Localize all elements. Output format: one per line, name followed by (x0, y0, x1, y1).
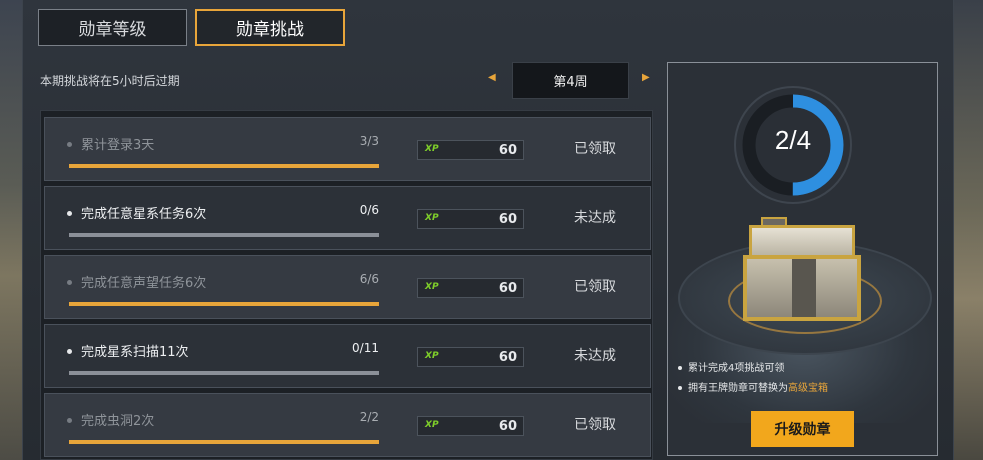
challenge-name: 累计登录3天 (81, 138, 155, 153)
xp-icon: XP (425, 213, 439, 223)
progress-bar (69, 233, 379, 237)
xp-icon: XP (425, 144, 439, 154)
xp-reward: XP 60 (417, 347, 524, 367)
progress-bar (69, 440, 379, 444)
challenge-row: 完成星系扫描11次 0/11 XP 60 未达成 (44, 324, 651, 388)
counter-value: 2/4 (774, 125, 812, 155)
bullet-icon (67, 142, 72, 147)
xp-icon: XP (425, 282, 439, 292)
progress-bar (69, 164, 379, 168)
challenge-row: 累计登录3天 3/3 XP 60 已领取 (44, 117, 651, 181)
progress-bar (69, 371, 379, 375)
progress-bar-fill (69, 302, 379, 306)
claim-status: 已领取 (574, 417, 616, 433)
challenge-name: 完成虫洞2次 (81, 414, 155, 429)
progress-bar (69, 302, 379, 306)
week-label: 第4周 (553, 75, 588, 90)
xp-icon: XP (425, 420, 439, 430)
xp-icon: XP (425, 351, 439, 361)
xp-value: 60 (498, 419, 517, 434)
bullet-icon (67, 349, 72, 354)
bullet-icon (67, 211, 72, 216)
chest-body (743, 255, 861, 321)
challenge-name: 完成任意声望任务6次 (81, 276, 207, 291)
xp-value: 60 (498, 143, 517, 158)
reward-note-1: 累计完成4项挑战可领 (678, 359, 784, 374)
xp-reward: XP 60 (417, 278, 524, 298)
challenge-progress: 2/2 (359, 410, 379, 424)
challenge-name: 完成任意星系任务6次 (81, 207, 207, 222)
bullet-icon (678, 366, 682, 370)
advanced-chest-link: 高级宝箱 (788, 383, 828, 394)
challenge-progress: 0/6 (359, 203, 379, 217)
claim-status: 未达成 (574, 348, 616, 364)
completion-counter: 2/4 (731, 83, 855, 207)
reward-note-2-text: 拥有王牌勋章可替换为 (688, 383, 788, 394)
reward-note-2: 拥有王牌勋章可替换为高级宝箱 (678, 379, 828, 394)
tab-badge-level[interactable]: 勋章等级 (38, 9, 187, 46)
caret-right-icon[interactable]: ▶ (642, 72, 650, 83)
reward-note-1-text: 累计完成4项挑战可领 (688, 363, 785, 374)
xp-reward: XP 60 (417, 416, 524, 436)
challenge-name: 完成星系扫描11次 (81, 345, 189, 360)
claim-status: 未达成 (574, 210, 616, 226)
expire-notice: 本期挑战将在5小时后过期 (40, 74, 180, 88)
challenge-row: 完成任意星系任务6次 0/6 XP 60 未达成 (44, 186, 651, 250)
challenge-progress: 0/11 (352, 341, 379, 355)
tab-badge-challenge[interactable]: 勋章挑战 (195, 9, 345, 46)
xp-value: 60 (498, 281, 517, 296)
challenge-progress: 3/3 (359, 134, 379, 148)
challenge-progress: 6/6 (359, 272, 379, 286)
xp-value: 60 (498, 212, 517, 227)
progress-bar-fill (69, 164, 379, 168)
bullet-icon (67, 418, 72, 423)
xp-value: 60 (498, 350, 517, 365)
caret-left-icon[interactable]: ◀ (488, 72, 496, 83)
progress-bar-fill (69, 440, 379, 444)
challenge-list[interactable]: 累计登录3天 3/3 XP 60 已领取 完成任意星系任务6次 0/6 XP 6… (40, 110, 653, 460)
xp-reward: XP 60 (417, 209, 524, 229)
reward-panel: 2/4 累计完成4项挑战可领 拥有王牌勋章可替换为高级宝箱 升级勋章 (667, 62, 938, 456)
bullet-icon (678, 386, 682, 390)
bullet-icon (67, 280, 72, 285)
chest-lid (749, 225, 855, 259)
treasure-chest-icon (743, 217, 861, 321)
claim-status: 已领取 (574, 141, 616, 157)
claim-status: 已领取 (574, 279, 616, 295)
upgrade-badge-button[interactable]: 升级勋章 (751, 411, 854, 447)
challenge-row: 完成虫洞2次 2/2 XP 60 已领取 (44, 393, 651, 457)
chest-stripe (792, 259, 816, 317)
challenge-row: 完成任意声望任务6次 6/6 XP 60 已领取 (44, 255, 651, 319)
xp-reward: XP 60 (417, 140, 524, 160)
week-selector: 第4周 (512, 62, 629, 99)
